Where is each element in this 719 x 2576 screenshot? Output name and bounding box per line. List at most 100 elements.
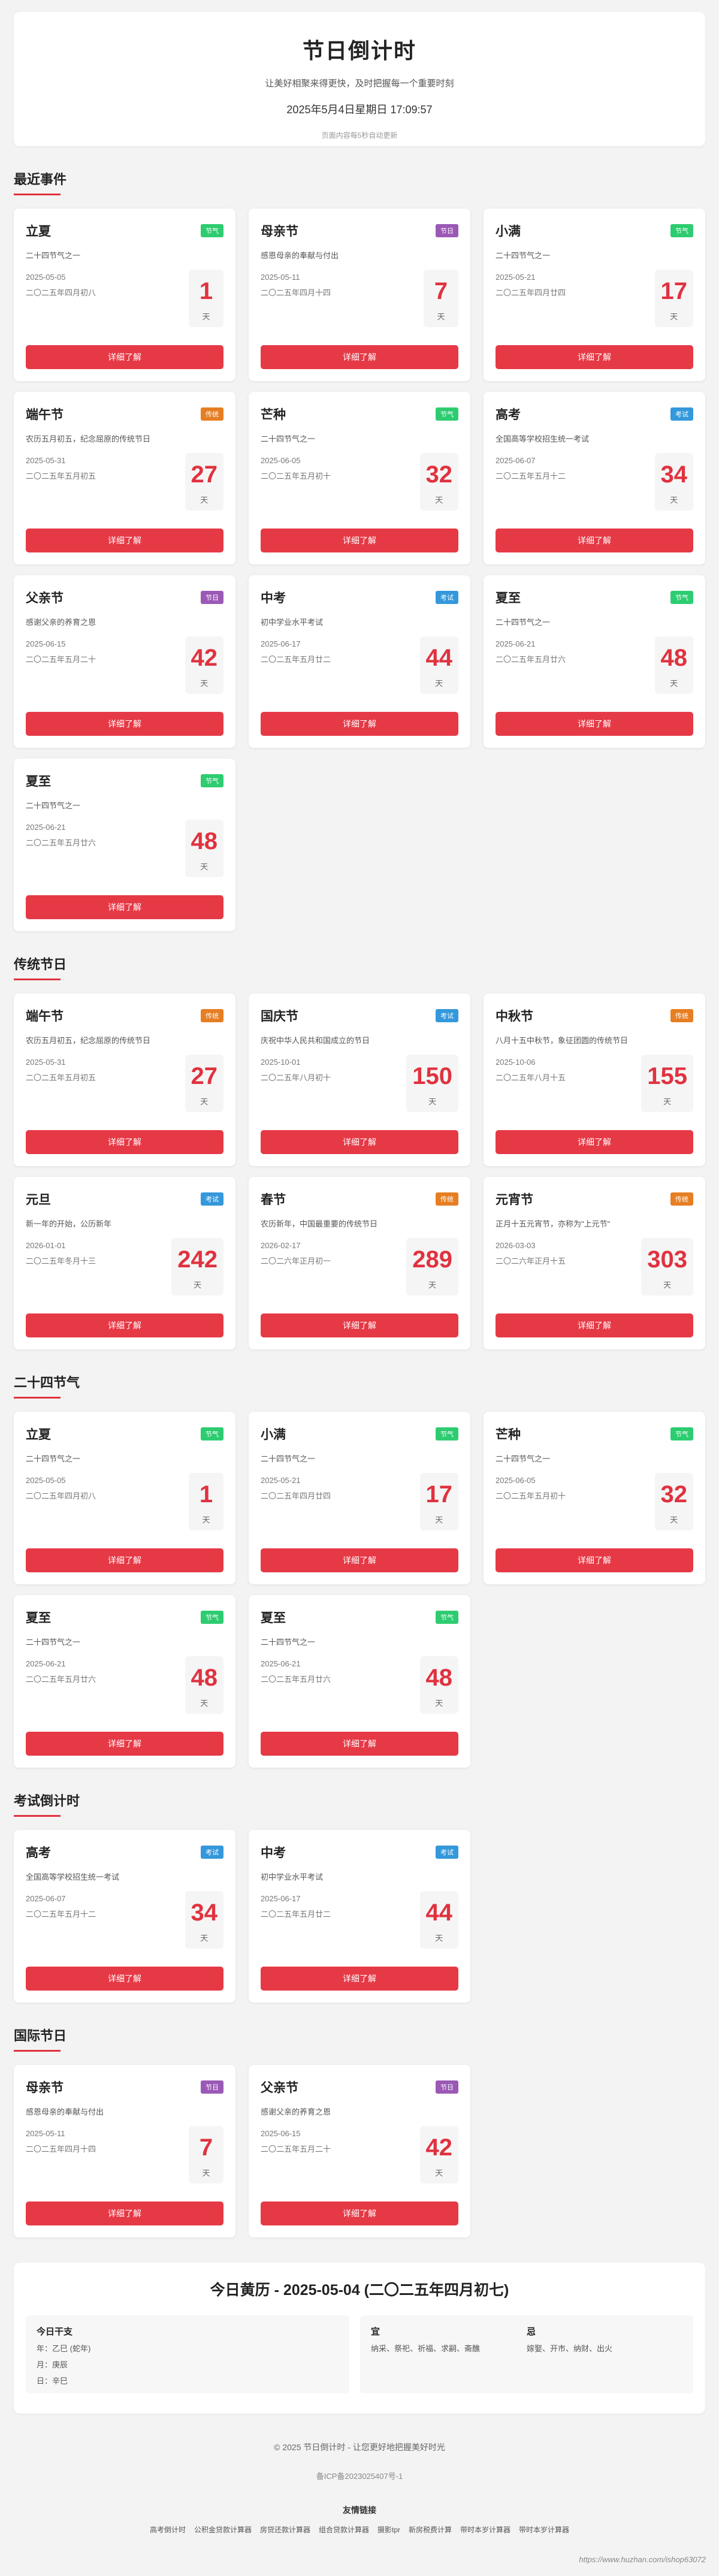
details-button[interactable]: 详细了解 (261, 1548, 458, 1572)
details-button[interactable]: 详细了解 (496, 1313, 693, 1337)
friend-link[interactable]: 房贷还款计算器 (260, 2526, 310, 2534)
almanac-title: 今日黄历 - 2025-05-04 (二〇二五年四月初七) (210, 2282, 509, 2299)
event-card: 高考 考试 全国高等学校招生统一考试 2025-06-07 二〇二五年五月十二 … (484, 392, 705, 564)
copyright: © 2025 节日倒计时 - 让您更好地把握美好时光 (274, 2442, 445, 2452)
event-card: 父亲节 节日 感谢父亲的养育之恩 2025-06-15 二〇二五年五月二十 42… (14, 575, 235, 748)
details-button[interactable]: 详细了解 (261, 345, 458, 369)
countdown-unit: 天 (435, 2169, 443, 2178)
card-grid: 高考 考试 全国高等学校招生统一考试 2025-06-07 二〇二五年五月十二 … (14, 1830, 705, 2003)
footer: © 2025 节日倒计时 - 让您更好地把握美好时光 备ICP备20230254… (14, 2441, 705, 2535)
almanac-row: 今日干支 年：乙巳 (蛇年) 月：庚辰 日：辛巳 宜 纳采、祭祀、祈福、求嗣、斋… (26, 2315, 693, 2393)
card-grid: 端午节 传统 农历五月初五，纪念屈原的传统节日 2025-05-31 二〇二五年… (14, 993, 705, 1349)
countdown-box: 17 天 (419, 1473, 458, 1530)
event-category-badge: 节气 (201, 774, 223, 787)
event-name: 小满 (496, 225, 521, 238)
countdown-days: 34 (191, 1899, 218, 1926)
event-description: 二十四节气之一 (496, 1454, 551, 1463)
details-button[interactable]: 详细了解 (26, 712, 223, 736)
details-button[interactable]: 详细了解 (496, 712, 693, 736)
event-description: 二十四节气之一 (26, 1454, 81, 1463)
almanac-year: 年：乙巳 (蛇年) (37, 2344, 91, 2353)
friend-link[interactable]: 高考倒计时 (150, 2526, 186, 2534)
countdown-days: 242 (177, 1246, 217, 1273)
countdown-days: 32 (425, 461, 453, 488)
section-title: 二十四节气 (14, 1372, 705, 1399)
event-name: 国庆节 (261, 1010, 298, 1023)
event-description: 二十四节气之一 (26, 801, 81, 810)
event-description: 八月十五中秋节，象征团圆的传统节日 (496, 1036, 629, 1045)
details-button[interactable]: 详细了解 (261, 1732, 458, 1756)
countdown-box: 150 天 (406, 1055, 458, 1112)
friend-link[interactable]: 组合贷款计算器 (319, 2526, 369, 2534)
countdown-box: 48 天 (654, 636, 693, 694)
countdown-box: 32 天 (654, 1473, 693, 1530)
countdown-box: 27 天 (185, 1055, 223, 1112)
details-button[interactable]: 详细了解 (26, 895, 223, 919)
details-button[interactable]: 详细了解 (26, 1548, 223, 1572)
event-category-badge: 传统 (201, 1009, 223, 1022)
details-button[interactable]: 详细了解 (261, 1967, 458, 1991)
details-button[interactable]: 详细了解 (26, 1130, 223, 1154)
friend-links-title: 友情链接 (343, 2505, 376, 2515)
countdown-box: 48 天 (185, 820, 223, 877)
sections: 最近事件 立夏 节气 二十四节气之一 2025-05-05 二〇二五年四月初八 … (14, 169, 705, 2237)
event-description: 初中学业水平考试 (261, 618, 324, 627)
friend-link[interactable]: 带时本岁计算器 (519, 2526, 569, 2534)
details-button[interactable]: 详细了解 (496, 529, 693, 552)
countdown-days: 17 (425, 1481, 453, 1508)
countdown-days: 32 (660, 1481, 688, 1508)
countdown-unit: 天 (435, 1515, 443, 1524)
countdown-unit: 天 (428, 1097, 437, 1106)
event-category-badge: 考试 (670, 407, 693, 421)
friend-link[interactable]: 带时本岁计算器 (460, 2526, 510, 2534)
event-name: 夏至 (26, 775, 51, 789)
event-name: 中考 (261, 1846, 286, 1860)
details-button[interactable]: 详细了解 (26, 1967, 223, 1991)
countdown-unit: 天 (428, 1281, 437, 1289)
countdown-days: 150 (412, 1063, 452, 1089)
event-description: 二十四节气之一 (261, 434, 316, 443)
details-button[interactable]: 详细了解 (261, 1130, 458, 1154)
countdown-box: 48 天 (419, 1656, 458, 1714)
event-card: 夏至 节气 二十四节气之一 2025-06-21 二〇二五年五月廿六 48 天 … (484, 575, 705, 748)
details-button[interactable]: 详细了解 (261, 2201, 458, 2225)
countdown-box: 155 天 (641, 1055, 693, 1112)
details-button[interactable]: 详细了解 (496, 1548, 693, 1572)
friend-link[interactable]: 公积金贷款计算器 (194, 2526, 252, 2534)
event-name: 夏至 (26, 1611, 51, 1625)
countdown-box: 7 天 (424, 270, 458, 327)
details-button[interactable]: 详细了解 (26, 1732, 223, 1756)
countdown-unit: 天 (435, 496, 443, 505)
countdown-days: 27 (191, 1063, 218, 1089)
friend-link[interactable]: 新房税费计算 (409, 2526, 452, 2534)
section-title: 考试倒计时 (14, 1790, 705, 1817)
countdown-box: 48 天 (185, 1656, 223, 1714)
details-button[interactable]: 详细了解 (261, 712, 458, 736)
details-button[interactable]: 详细了解 (26, 345, 223, 369)
countdown-unit: 天 (670, 679, 678, 688)
event-name: 端午节 (26, 408, 64, 422)
event-card: 夏至 节气 二十四节气之一 2025-06-21 二〇二五年五月廿六 48 天 … (14, 1595, 235, 1768)
event-category-badge: 节气 (201, 1611, 223, 1624)
countdown-box: 1 天 (189, 270, 223, 327)
countdown-unit: 天 (435, 679, 443, 688)
countdown-unit: 天 (194, 1281, 202, 1289)
countdown-unit: 天 (200, 1934, 209, 1943)
event-name: 元旦 (26, 1193, 51, 1207)
event-card: 中考 考试 初中学业水平考试 2025-06-17 二〇二五年五月廿二 44 天… (249, 575, 470, 748)
details-button[interactable]: 详细了解 (261, 529, 458, 552)
details-button[interactable]: 详细了解 (26, 1313, 223, 1337)
event-description: 二十四节气之一 (496, 618, 551, 627)
details-button[interactable]: 详细了解 (261, 1313, 458, 1337)
details-button[interactable]: 详细了解 (496, 1130, 693, 1154)
details-button[interactable]: 详细了解 (26, 529, 223, 552)
friend-link[interactable]: 摄影tpr (377, 2526, 400, 2534)
details-button[interactable]: 详细了解 (496, 345, 693, 369)
countdown-days: 27 (191, 461, 218, 488)
countdown-box: 44 天 (419, 1891, 458, 1949)
icp-link[interactable]: 备ICP备2023025407号-1 (14, 2470, 705, 2481)
almanac-yi-heading: 宜 (371, 2327, 380, 2337)
card-grid: 立夏 节气 二十四节气之一 2025-05-05 二〇二五年四月初八 1 天 详… (14, 1412, 705, 1768)
countdown-box: 303 天 (641, 1238, 693, 1295)
details-button[interactable]: 详细了解 (26, 2201, 223, 2225)
